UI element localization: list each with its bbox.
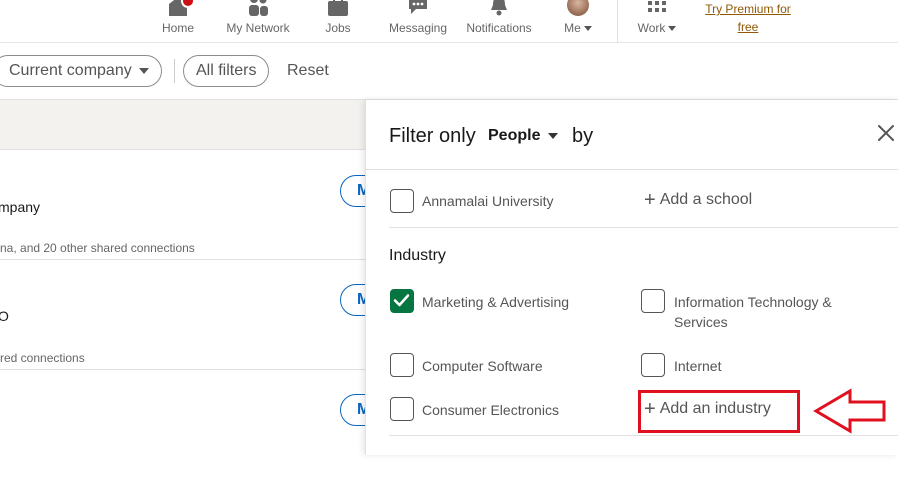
nav-jobs[interactable]: Jobs [320, 0, 356, 43]
add-school-button[interactable]: + Add a school [644, 189, 752, 212]
premium-line-1: Try Premium for [705, 2, 791, 16]
result-subtitle: mpany [0, 199, 41, 215]
all-filters-button[interactable]: All filters [183, 55, 270, 87]
industry-section-label: Industry [389, 247, 446, 264]
nav-divider [617, 0, 618, 43]
industry-checkbox-computer-software[interactable] [390, 353, 414, 377]
nav-jobs-label: Jobs [325, 21, 351, 35]
shared-connections-text: red connections [0, 351, 85, 365]
notification-badge [181, 0, 195, 8]
reset-button[interactable]: Reset [287, 62, 329, 80]
avatar [567, 0, 589, 16]
shared-connections-text: na, and 20 other shared connections [0, 241, 195, 255]
industry-option-label: Marketing & Advertising [422, 294, 570, 310]
plus-icon: + [644, 189, 656, 211]
filter-title-suffix: by [572, 125, 594, 147]
nav-me[interactable]: Me [558, 0, 598, 43]
briefcase-icon [328, 0, 348, 16]
nav-me-label: Me [564, 21, 581, 35]
all-filters-label: All filters [196, 62, 257, 79]
result-subtitle: O [0, 308, 9, 324]
bell-icon [491, 0, 507, 16]
network-icon [249, 0, 268, 16]
nav-work-label: Work [637, 21, 666, 35]
nav-my-network-label: My Network [226, 21, 290, 35]
result-row[interactable]: mpany na, and 20 other shared connection… [0, 150, 400, 260]
annotation-highlight-box [638, 390, 800, 433]
entity-type-dropdown[interactable]: People [488, 127, 559, 145]
school-checkbox[interactable] [390, 189, 414, 213]
entity-type-label: People [488, 127, 541, 144]
section-divider [389, 435, 898, 436]
industry-checkbox-it-services[interactable] [641, 289, 665, 313]
add-school-label: Add a school [659, 191, 753, 208]
industry-option-label: Consumer Electronics [422, 402, 559, 418]
top-nav: Home My Network Jobs Messaging Notificat… [0, 0, 898, 43]
grid-icon [648, 1, 666, 12]
industry-checkbox-consumer-electronics[interactable] [390, 397, 414, 421]
industry-checkbox-marketing[interactable] [390, 289, 414, 313]
results-header-strip [0, 100, 365, 150]
industry-option-label: Internet [674, 358, 722, 374]
nav-work[interactable]: Work [632, 0, 682, 43]
school-option-label: Annamalai University [422, 193, 554, 209]
industry-checkbox-internet[interactable] [641, 353, 665, 377]
industry-option-label: Computer Software [422, 358, 543, 374]
annotation-arrow-icon [813, 388, 886, 434]
chevron-down-icon [548, 132, 559, 139]
search-filter-bar: Current company All filters Reset [0, 43, 898, 100]
nav-notifications[interactable]: Notifications [462, 0, 536, 43]
current-company-filter[interactable]: Current company [0, 55, 162, 87]
nav-messaging[interactable]: Messaging [386, 0, 450, 43]
nav-my-network[interactable]: My Network [224, 0, 292, 43]
filter-panel-header: Filter only People by [366, 100, 898, 170]
nav-work-label-wrap: Work [632, 21, 682, 35]
current-company-label: Current company [9, 62, 132, 79]
filter-divider [174, 59, 175, 83]
nav-messaging-label: Messaging [388, 21, 448, 35]
result-row[interactable]: M [0, 370, 400, 480]
section-divider [389, 227, 898, 228]
result-row[interactable]: O red connections M [0, 260, 400, 370]
industry-option-label-line2: Services [674, 314, 728, 330]
filter-title-prefix: Filter only [389, 125, 476, 147]
industry-option-label: Information Technology & [674, 294, 832, 310]
search-results-list: mpany na, and 20 other shared connection… [0, 100, 400, 493]
chat-bubble-icon [409, 0, 427, 14]
linkedin-search-page: Home My Network Jobs Messaging Notificat… [0, 0, 898, 493]
chevron-down-icon [583, 26, 592, 32]
try-premium-link[interactable]: Try Premium for free [700, 0, 796, 36]
close-icon[interactable] [875, 122, 897, 144]
checkmark-icon [393, 294, 410, 307]
nav-home[interactable]: Home [158, 0, 198, 43]
chevron-down-icon [668, 26, 677, 32]
premium-line-2: free [737, 20, 759, 34]
nav-me-label-wrap: Me [558, 21, 598, 35]
nav-home-label: Home [161, 21, 194, 35]
chevron-down-icon [138, 67, 149, 74]
nav-notifications-label: Notifications [466, 21, 532, 35]
